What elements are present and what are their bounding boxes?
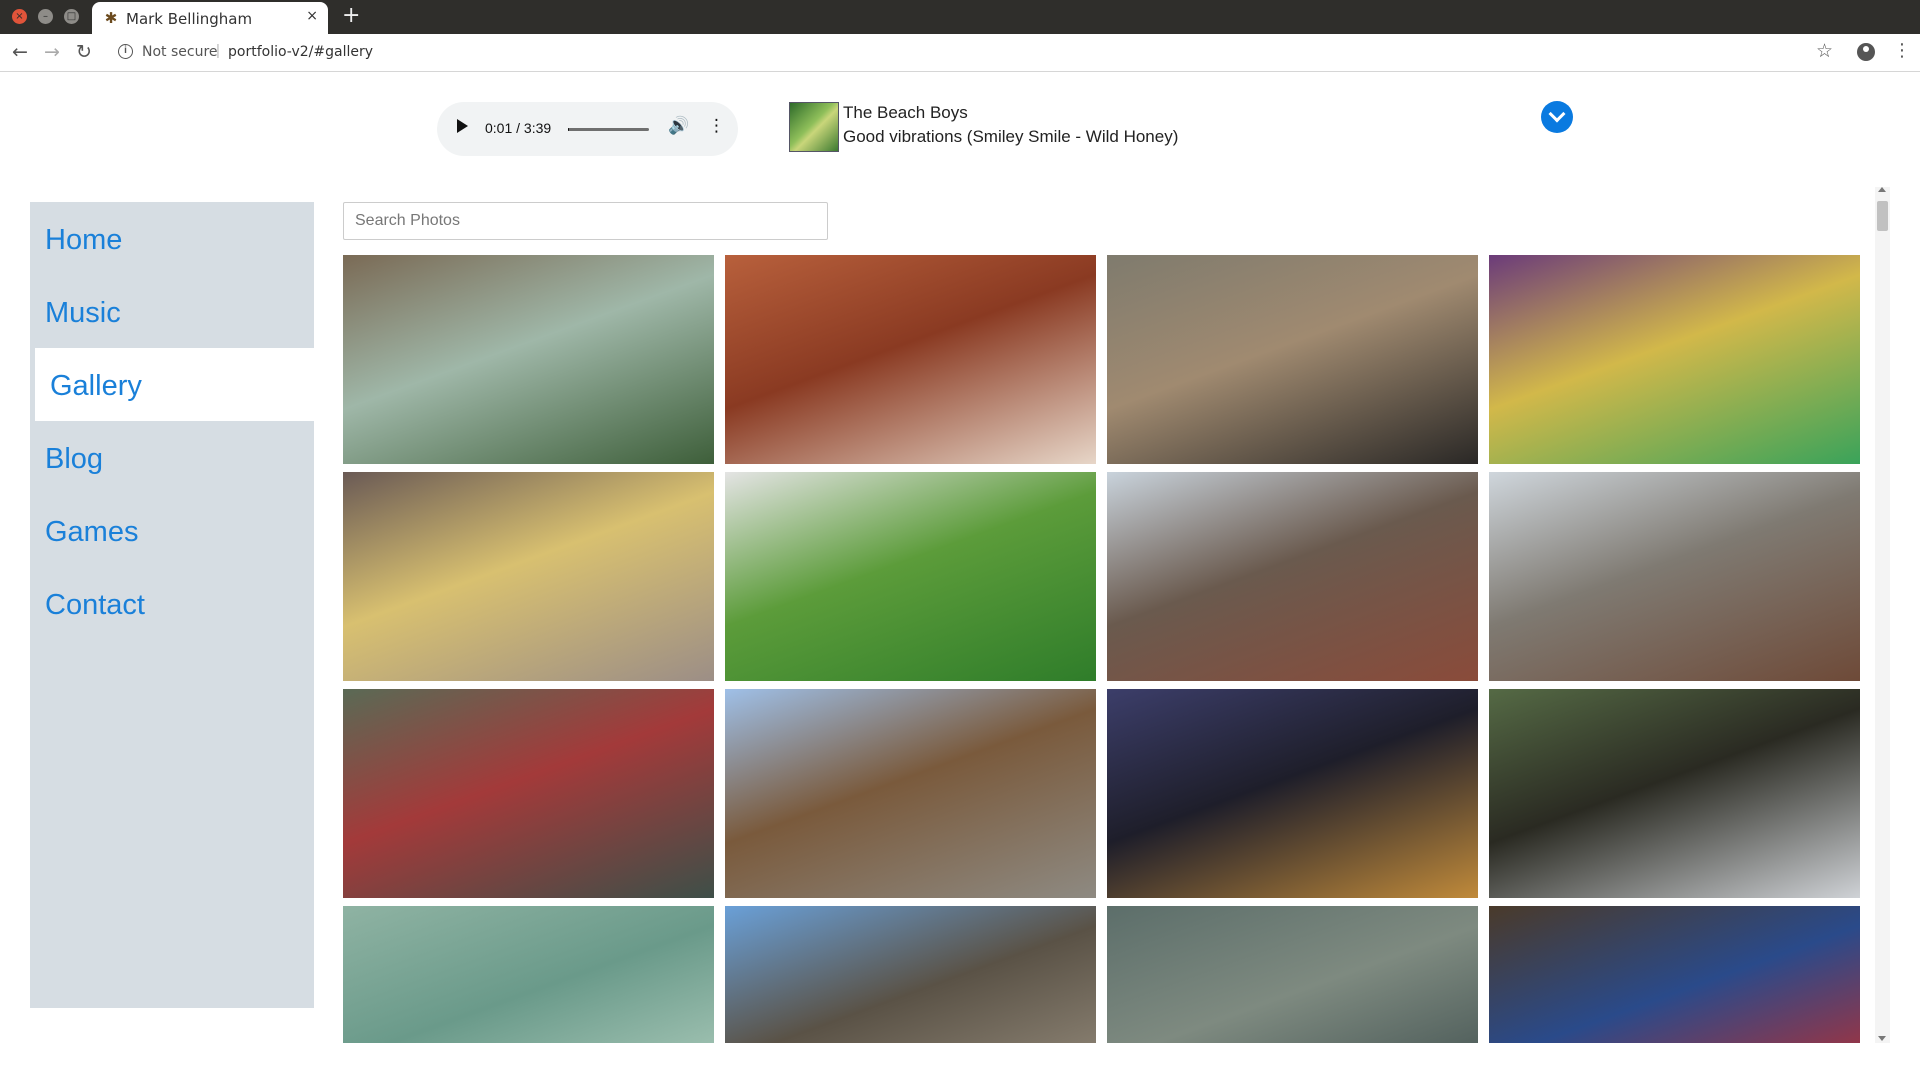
gallery-photo-riverside-stilt-houses[interactable] xyxy=(343,255,714,464)
sidebar-item-label: Contact xyxy=(45,589,145,621)
sidebar-item-music[interactable]: Music xyxy=(30,275,314,348)
gallery-photo-moorish-red-building[interactable] xyxy=(1107,472,1478,681)
sidebar-item-label: Gallery xyxy=(50,370,142,402)
gallery-photo-shallow-water[interactable] xyxy=(343,906,714,1043)
minimize-window-button[interactable]: – xyxy=(38,9,53,24)
photo-gallery xyxy=(343,255,1861,1043)
sidebar-item-gallery[interactable]: Gallery xyxy=(35,348,314,421)
security-indicator[interactable]: Not secure xyxy=(142,44,218,60)
address-bar: ← → ↻ i Not secure | portfolio-v2/#galle… xyxy=(0,34,1920,72)
tab-title: Mark Bellingham xyxy=(126,10,253,28)
maximize-window-button[interactable]: □ xyxy=(64,9,79,24)
sidebar: Home Music Gallery Blog Games Contact xyxy=(30,202,314,1008)
info-icon[interactable]: i xyxy=(118,44,133,59)
gallery-photo-red-rock-hoodoos[interactable] xyxy=(725,255,1096,464)
sidebar-item-games[interactable]: Games xyxy=(30,494,314,567)
album-art xyxy=(789,102,839,152)
progress-slider[interactable] xyxy=(568,128,649,131)
artist-name: The Beach Boys xyxy=(843,103,968,122)
gallery-photo-scarlet-macaws[interactable] xyxy=(1489,906,1860,1043)
gallery-photo-woman-making-offering[interactable] xyxy=(343,472,714,681)
sidebar-item-label: Music xyxy=(45,297,121,329)
gallery-photo-carved-stone-temple[interactable] xyxy=(725,906,1096,1043)
scrollbar[interactable] xyxy=(1875,187,1890,1043)
more-options-icon[interactable]: ⋮ xyxy=(708,116,725,136)
gallery-photo-plaza-at-night[interactable] xyxy=(1107,689,1478,898)
reload-icon[interactable]: ↻ xyxy=(76,41,92,63)
account-icon[interactable] xyxy=(1857,43,1875,61)
gallery-photo-lakeside-pavilions[interactable] xyxy=(343,689,714,898)
browser-tab-bar: × – □ ✱ Mark Bellingham × + xyxy=(0,0,1920,34)
gallery-photo-colorful-parade-dancers[interactable] xyxy=(1489,255,1860,464)
scrollbar-thumb[interactable] xyxy=(1877,201,1888,231)
tab-close-icon[interactable]: × xyxy=(306,8,318,24)
player-time: 0:01 / 3:39 xyxy=(485,120,552,136)
volume-icon[interactable]: 🔊 xyxy=(668,116,689,136)
browser-menu-icon[interactable]: ⋮ xyxy=(1893,40,1911,61)
forward-arrow-icon[interactable]: → xyxy=(44,41,60,63)
play-icon[interactable] xyxy=(457,119,468,133)
url-field[interactable]: portfolio-v2/#gallery xyxy=(228,44,373,60)
scroll-down-arrow-icon[interactable] xyxy=(1878,1036,1886,1041)
sidebar-item-contact[interactable]: Contact xyxy=(30,567,314,640)
gallery-photo-parrot-in-grass[interactable] xyxy=(725,472,1096,681)
gallery-photo-street-market-stall[interactable] xyxy=(1107,906,1478,1043)
sidebar-item-label: Blog xyxy=(45,443,104,475)
sidebar-item-home[interactable]: Home xyxy=(30,202,314,275)
spider-favicon-icon: ✱ xyxy=(104,9,118,27)
chevron-down-icon[interactable] xyxy=(1541,101,1573,133)
sidebar-item-label: Games xyxy=(45,516,139,548)
new-tab-button[interactable]: + xyxy=(342,3,360,28)
gallery-photo-chinese-gate-tower[interactable] xyxy=(1489,472,1860,681)
back-arrow-icon[interactable]: ← xyxy=(12,41,28,63)
sidebar-item-blog[interactable]: Blog xyxy=(30,421,314,494)
gallery-photo-hornbill-in-tree[interactable] xyxy=(1489,689,1860,898)
bookmark-star-icon[interactable]: ☆ xyxy=(1816,40,1833,62)
audio-player: 0:01 / 3:39 🔊 ⋮ xyxy=(437,102,738,156)
url-divider: | xyxy=(216,42,220,59)
search-input[interactable] xyxy=(343,202,828,240)
close-window-button[interactable]: × xyxy=(12,9,27,24)
scroll-up-arrow-icon[interactable] xyxy=(1878,187,1886,192)
sidebar-item-label: Home xyxy=(45,224,123,256)
gallery-photo-goats-on-hillside[interactable] xyxy=(1107,255,1478,464)
gallery-photo-stepped-pyramid[interactable] xyxy=(725,689,1096,898)
track-title: Good vibrations (Smiley Smile - Wild Hon… xyxy=(843,127,1179,146)
browser-tab[interactable]: ✱ Mark Bellingham × xyxy=(92,2,328,34)
